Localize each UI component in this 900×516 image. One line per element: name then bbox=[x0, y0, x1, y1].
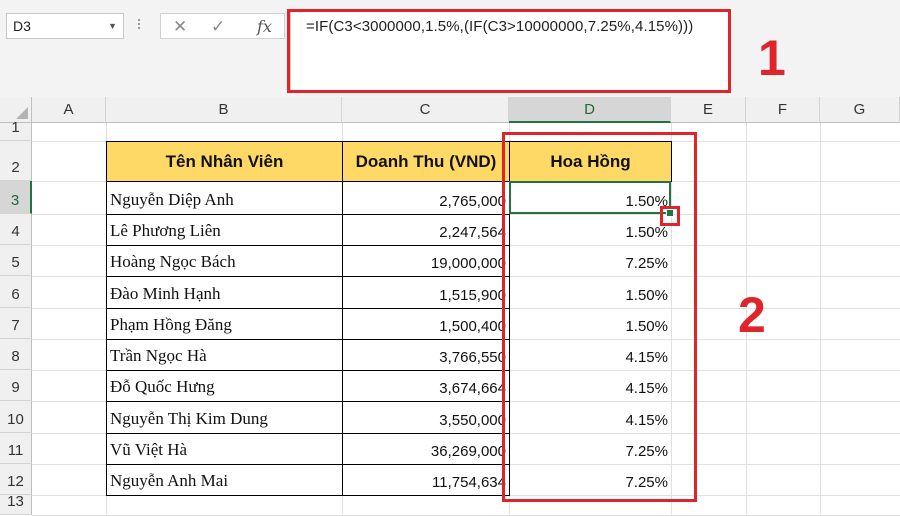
check-icon[interactable]: ✓ bbox=[211, 18, 225, 36]
row-header-13[interactable]: 13 bbox=[0, 493, 32, 515]
column-header-b[interactable]: B bbox=[106, 97, 342, 123]
table-cell-revenue[interactable]: 1,515,900 bbox=[342, 276, 510, 309]
row-header-2[interactable]: 2 bbox=[0, 141, 32, 181]
row-header-1[interactable]: 1 bbox=[0, 119, 32, 141]
column-header-f[interactable]: F bbox=[746, 97, 820, 123]
table-cell-revenue[interactable]: 2,765,000 bbox=[342, 181, 510, 215]
column-header-c[interactable]: C bbox=[342, 97, 509, 123]
table-cell-name[interactable]: Hoàng Ngọc Bách bbox=[106, 245, 343, 277]
column-header-d[interactable]: D bbox=[509, 97, 671, 123]
name-box[interactable]: D3 ▼ bbox=[6, 13, 124, 39]
table-cell-revenue[interactable]: 36,269,000 bbox=[342, 433, 510, 465]
column-header-g[interactable]: G bbox=[820, 97, 900, 123]
table-header-cell[interactable]: Doanh Thu (VND) bbox=[342, 141, 510, 182]
annotation-box-formula bbox=[287, 9, 731, 93]
column-header-e[interactable]: E bbox=[671, 97, 746, 123]
table-cell-revenue[interactable]: 3,674,664 bbox=[342, 370, 510, 402]
annotation-box-column bbox=[502, 132, 697, 502]
formula-buttons: ✕ ✓ fx bbox=[160, 13, 285, 39]
row-header-6[interactable]: 6 bbox=[0, 276, 32, 308]
table-cell-revenue[interactable]: 2,247,564 bbox=[342, 214, 510, 246]
row-header-4[interactable]: 4 bbox=[0, 214, 32, 245]
table-cell-name[interactable]: Vũ Việt Hà bbox=[106, 433, 343, 465]
table-cell-revenue[interactable]: 19,000,000 bbox=[342, 245, 510, 277]
annotation-label-1: 1 bbox=[758, 30, 786, 86]
table-cell-revenue[interactable]: 3,550,000 bbox=[342, 401, 510, 434]
row-header-9[interactable]: 9 bbox=[0, 370, 32, 401]
annotation-box-fill-handle bbox=[660, 206, 680, 226]
row-header-5[interactable]: 5 bbox=[0, 245, 32, 276]
row-header-11[interactable]: 11 bbox=[0, 433, 32, 464]
close-icon[interactable]: ✕ bbox=[173, 18, 187, 36]
table-cell-name[interactable]: Nguyễn Thị Kim Dung bbox=[106, 401, 343, 434]
table-cell-name[interactable]: Nguyễn Anh Mai bbox=[106, 464, 343, 496]
table-header-cell[interactable]: Tên Nhân Viên bbox=[106, 141, 343, 182]
row-header-3[interactable]: 3 bbox=[0, 181, 32, 214]
fx-icon[interactable]: fx bbox=[257, 18, 272, 36]
row-header-8[interactable]: 8 bbox=[0, 339, 32, 370]
table-cell-revenue[interactable]: 11,754,634 bbox=[342, 464, 510, 496]
table-cell-revenue[interactable]: 1,500,400 bbox=[342, 308, 510, 340]
table-cell-name[interactable]: Trần Ngọc Hà bbox=[106, 339, 343, 371]
drag-handle[interactable] bbox=[137, 17, 141, 35]
row-header-12[interactable]: 12 bbox=[0, 464, 32, 495]
chevron-down-icon[interactable]: ▼ bbox=[108, 14, 117, 38]
column-header-a[interactable]: A bbox=[32, 97, 106, 123]
name-box-value: D3 bbox=[13, 18, 31, 34]
table-cell-name[interactable]: Lê Phương Liên bbox=[106, 214, 343, 246]
row-header-10[interactable]: 10 bbox=[0, 401, 32, 433]
table-cell-name[interactable]: Nguyễn Diệp Anh bbox=[106, 181, 343, 215]
row-header-7[interactable]: 7 bbox=[0, 308, 32, 339]
table-cell-name[interactable]: Đỗ Quốc Hưng bbox=[106, 370, 343, 402]
table-cell-name[interactable]: Đào Minh Hạnh bbox=[106, 276, 343, 309]
annotation-label-2: 2 bbox=[738, 287, 766, 343]
table-cell-revenue[interactable]: 3,766,550 bbox=[342, 339, 510, 371]
table-cell-name[interactable]: Phạm Hồng Đăng bbox=[106, 308, 343, 340]
